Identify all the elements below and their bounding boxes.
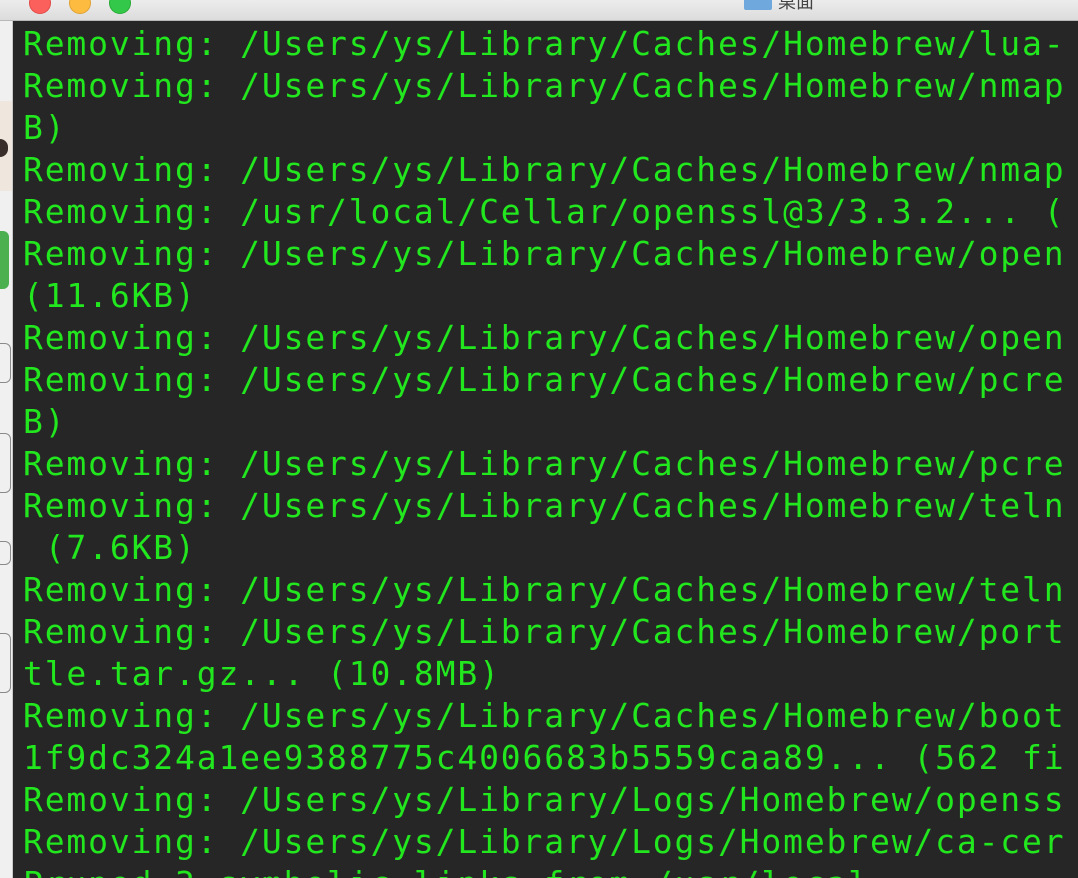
terminal-line: Removing: /Users/ys/Library/Caches/Homeb…: [23, 66, 1066, 105]
terminal-window: 桌面 Removing: /Users/ys/Library/Caches/Ho…: [0, 0, 1078, 878]
title-bar[interactable]: 桌面: [0, 0, 1078, 21]
green-badge: [0, 231, 9, 289]
sidebar-icon: [0, 343, 11, 383]
zoom-button[interactable]: [109, 0, 131, 14]
terminal-line: Removing: /Users/ys/Library/Logs/Homebre…: [23, 822, 1066, 861]
close-button[interactable]: [29, 0, 51, 14]
terminal-line: (11.6KB): [23, 276, 197, 315]
terminal-line: B): [23, 108, 67, 147]
terminal-text: Removing: /Users/ys/Library/Caches/Homeb…: [23, 23, 1065, 878]
terminal-line: Removing: /Users/ys/Library/Caches/Homeb…: [23, 444, 1066, 483]
terminal-line: Removing: /Users/ys/Library/Caches/Homeb…: [23, 318, 1066, 357]
sidebar-icon: [0, 541, 11, 565]
terminal-line: Pruned 3 symbolic links from /usr/local: [23, 863, 1065, 878]
window-title-group: 桌面: [744, 0, 814, 13]
terminal-line: B): [23, 402, 67, 441]
terminal-line: Removing: /Users/ys/Library/Caches/Homeb…: [23, 150, 1066, 189]
terminal-line: (7.6KB): [23, 528, 197, 567]
terminal-line: Removing: /usr/local/Cellar/openssl@3/3.…: [23, 192, 1066, 231]
terminal-line: Removing: /Users/ys/Library/Caches/Homeb…: [23, 570, 1066, 609]
terminal-line: 1f9dc324a1ee9388775c4006683b5559caa89...…: [23, 738, 1066, 777]
folder-icon: [744, 0, 772, 10]
background-window-edge: [0, 21, 13, 878]
minimize-button[interactable]: [69, 0, 91, 14]
terminal-output[interactable]: Removing: /Users/ys/Library/Caches/Homeb…: [13, 21, 1078, 878]
globe-icon: [0, 633, 11, 693]
terminal-line: Removing: /Users/ys/Library/Caches/Homeb…: [23, 486, 1066, 525]
window-title: 桌面: [778, 0, 814, 13]
terminal-line: Removing: /Users/ys/Library/Logs/Homebre…: [23, 780, 1066, 819]
cube-icon: [0, 433, 11, 493]
terminal-line: Removing: /Users/ys/Library/Caches/Homeb…: [23, 696, 1066, 735]
terminal-line: tle.tar.gz... (10.8MB): [23, 654, 501, 693]
terminal-line: Removing: /Users/ys/Library/Caches/Homeb…: [23, 360, 1066, 399]
terminal-line: Removing: /Users/ys/Library/Caches/Homeb…: [23, 612, 1066, 651]
terminal-line: Removing: /Users/ys/Library/Caches/Homeb…: [23, 234, 1066, 273]
terminal-line: Removing: /Users/ys/Library/Caches/Homeb…: [23, 24, 1066, 63]
